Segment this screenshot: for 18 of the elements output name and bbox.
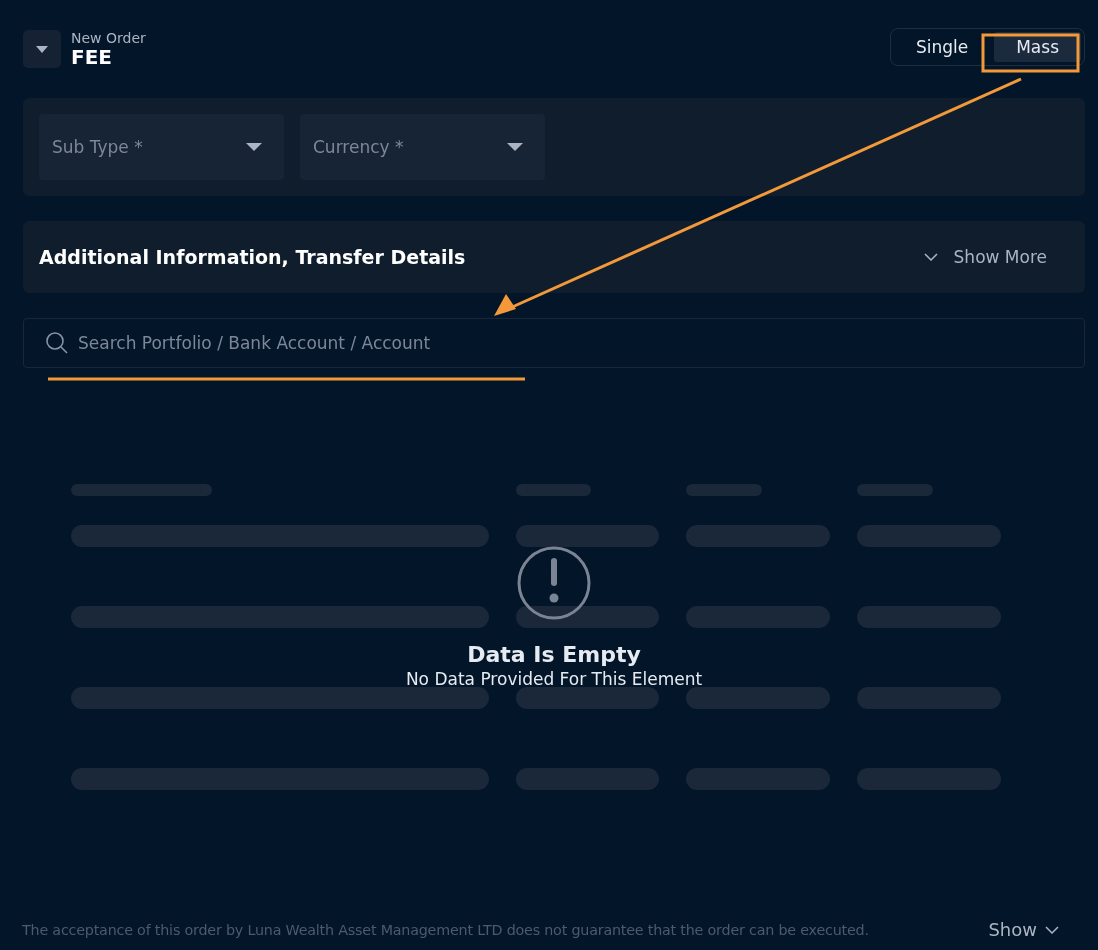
dropdown-field[interactable]: Currency * bbox=[300, 114, 545, 180]
search-icon bbox=[45, 331, 69, 355]
order-subtitle: New Order bbox=[71, 30, 146, 46]
mode-tab[interactable]: Single bbox=[893, 32, 991, 62]
section-title: Additional Information, Transfer Details bbox=[39, 246, 466, 268]
show-more-button[interactable]: Show More bbox=[917, 246, 1053, 268]
empty-message: No Data Provided For This Element bbox=[405, 669, 703, 689]
warning-icon bbox=[517, 546, 591, 620]
disclaimer-text: The acceptance of this order by Luna Wealth Asset Management LTD does not guarantee that the order can be executed. bbox=[22, 921, 869, 938]
order-title: FEE bbox=[71, 46, 113, 68]
caret-icon bbox=[246, 143, 262, 151]
empty-title: Data Is Empty bbox=[467, 642, 641, 667]
dropdown-field[interactable]: Sub Type * bbox=[39, 114, 284, 180]
show-button[interactable]: Show bbox=[988, 919, 1059, 940]
search-field[interactable]: Search Portfolio / Bank Account / Account bbox=[23, 318, 1085, 368]
collapse-button[interactable] bbox=[23, 30, 61, 68]
caret-icon bbox=[36, 45, 48, 53]
caret-icon bbox=[507, 143, 523, 151]
